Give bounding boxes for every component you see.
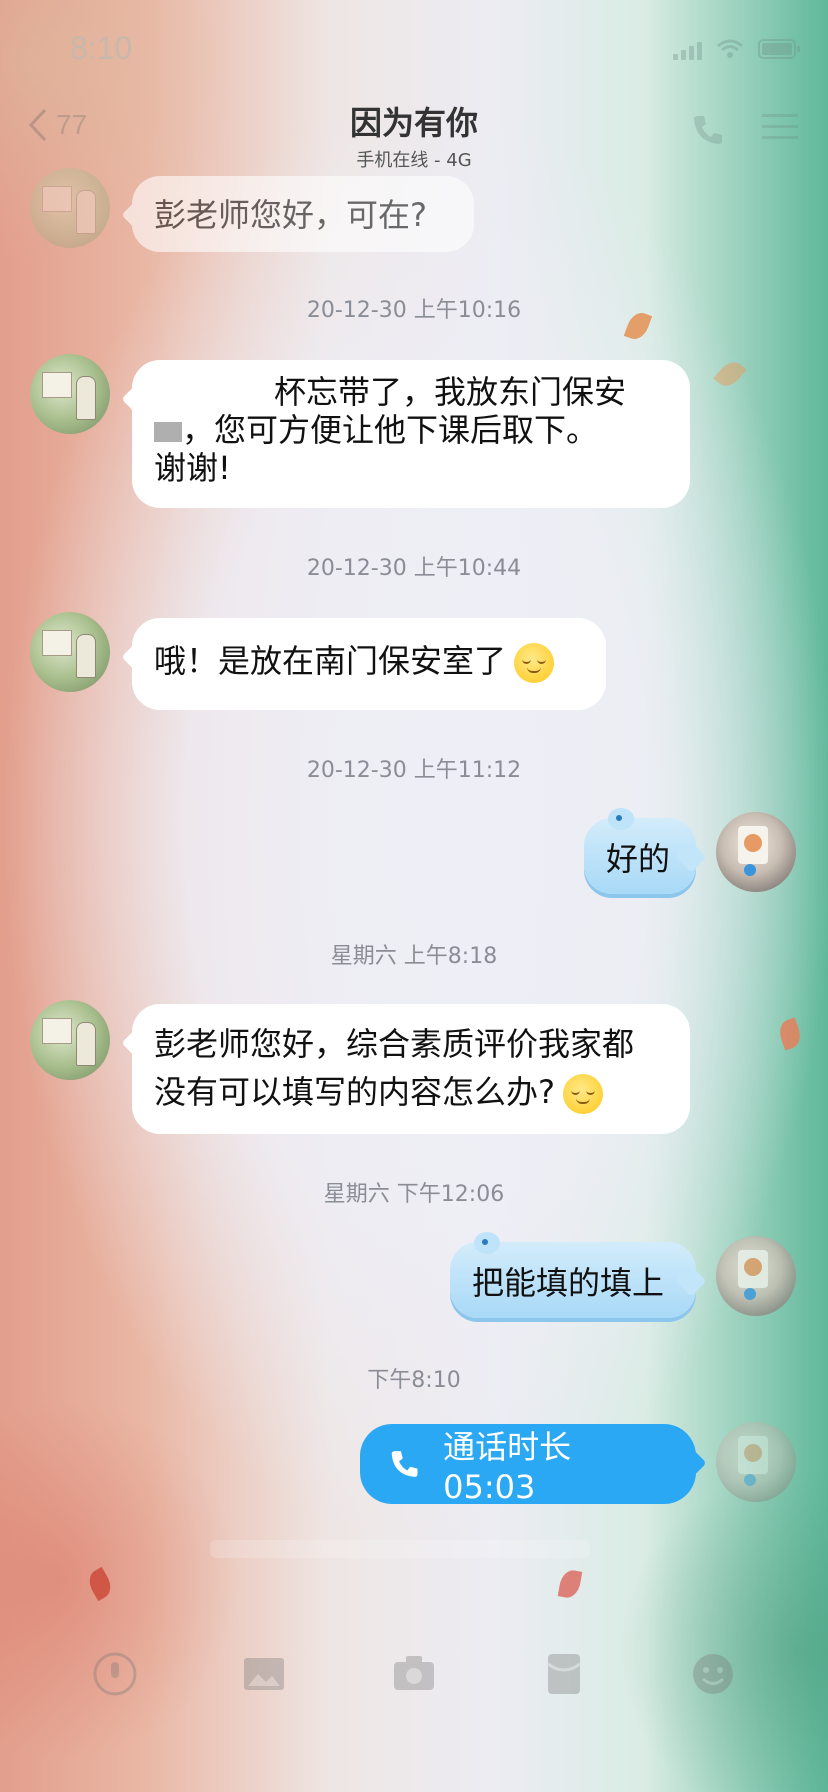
- call-duration: 通话时长 05:03: [443, 1428, 572, 1506]
- message-input[interactable]: [210, 1540, 590, 1558]
- message-timestamp: 20-12-30 上午10:44: [306, 556, 522, 581]
- redacted-text: [154, 376, 274, 412]
- message-text: 哦！是放在南门保安室了: [154, 642, 507, 680]
- message-line: 没有可以填写的内容怎么办?: [154, 1068, 668, 1116]
- contact-avatar[interactable]: [30, 168, 110, 248]
- menu-icon[interactable]: [762, 112, 798, 142]
- chat-header: 77 因为有你 手机在线 - 4G: [0, 90, 828, 171]
- message-line: 彭老师您好，综合素质评价我家都: [154, 1025, 635, 1063]
- redacted-text: [154, 422, 182, 442]
- message-bubble-incoming[interactable]: 哦！是放在南门保安室了: [121, 618, 606, 710]
- message-timestamp: 20-12-30 上午10:16: [306, 298, 522, 323]
- phone-icon[interactable]: [690, 112, 726, 148]
- contact-avatar[interactable]: [30, 612, 110, 692]
- my-avatar[interactable]: [716, 812, 796, 892]
- message-line: 杯忘带了，我放东门保安: [154, 373, 668, 412]
- message-timestamp: 20-12-30 上午11:12: [306, 758, 522, 783]
- online-status: 手机在线 - 4G: [356, 150, 472, 171]
- image-icon[interactable]: [240, 1650, 288, 1698]
- message-timestamp: 星期六 上午8:18: [330, 944, 498, 969]
- message-line: ，您可方便让他下课后取下。: [154, 411, 668, 450]
- emoji-icon[interactable]: [689, 1650, 737, 1698]
- message-timestamp: 星期六 下午12:06: [323, 1182, 505, 1207]
- bubble-decoration: [474, 1232, 500, 1254]
- smile-emoji-icon: [563, 1074, 603, 1114]
- bubble-decoration: [608, 808, 634, 830]
- red-packet-icon[interactable]: [540, 1650, 588, 1698]
- smile-emoji-icon: [514, 643, 555, 683]
- message-bubble-outgoing[interactable]: 好的: [584, 808, 707, 894]
- status-icons: [673, 38, 802, 60]
- message-composer: [0, 1540, 828, 1792]
- header-actions: [690, 112, 798, 148]
- message-text: 彭老师您好，可在?: [154, 196, 427, 234]
- composer-toolbar: [0, 1650, 828, 1698]
- message-bubble-incoming[interactable]: 彭老师您好，综合素质评价我家都 没有可以填写的内容怎么办?: [121, 1004, 690, 1134]
- call-record-bubble[interactable]: 通话时长 05:03: [360, 1424, 707, 1506]
- leaf-decoration: [775, 1017, 805, 1051]
- wifi-icon: [717, 39, 743, 58]
- message-timestamp: 下午8:10: [367, 1368, 461, 1393]
- contact-avatar[interactable]: [30, 1000, 110, 1080]
- battery-icon: [758, 39, 800, 59]
- message-bubble-incoming[interactable]: 杯忘带了，我放东门保安 ，您可方便让他下课后取下。 谢谢!: [121, 360, 690, 508]
- message-bubble-outgoing[interactable]: 把能填的填上: [450, 1232, 707, 1318]
- message-text: 好的: [606, 840, 671, 878]
- status-bar: 8:10: [0, 0, 828, 90]
- message-bubble-incoming[interactable]: 彭老师您好，可在?: [121, 176, 474, 252]
- phone-icon: [391, 1451, 418, 1477]
- status-time: 8:10: [70, 30, 133, 66]
- contact-avatar[interactable]: [30, 354, 110, 434]
- signal-icon: [673, 42, 702, 60]
- leaf-decoration: [713, 356, 747, 392]
- my-avatar[interactable]: [716, 1236, 796, 1316]
- chat-background: [0, 0, 828, 1792]
- camera-icon[interactable]: [390, 1650, 438, 1698]
- message-line: 谢谢!: [154, 448, 231, 487]
- my-avatar[interactable]: [716, 1422, 796, 1502]
- voice-icon[interactable]: [91, 1650, 139, 1698]
- message-text: 把能填的填上: [472, 1264, 665, 1302]
